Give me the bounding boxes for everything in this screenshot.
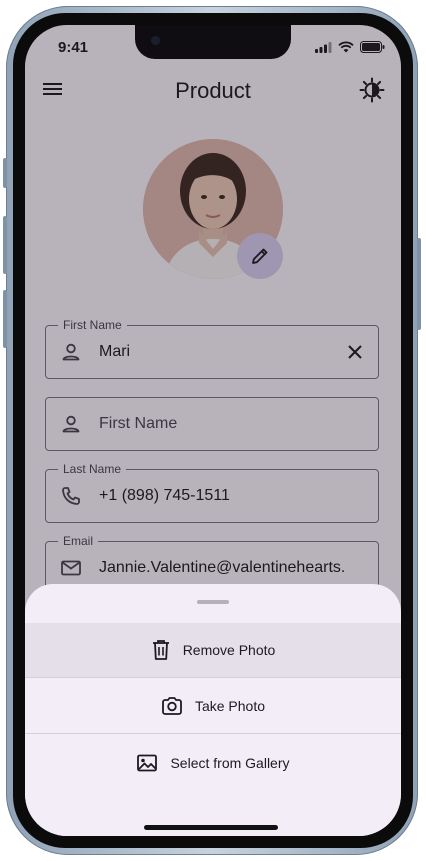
select-from-gallery-label: Select from Gallery	[170, 754, 290, 771]
remove-photo-option[interactable]: Remove Photo	[25, 623, 401, 678]
take-photo-label: Take Photo	[194, 698, 266, 714]
trash-icon	[152, 640, 169, 660]
photo-options-sheet: Remove Photo Take Photo Select from Gall…	[25, 584, 401, 836]
volume-down-button	[3, 290, 7, 348]
volume-up-button	[3, 216, 7, 274]
remove-photo-label: Remove Photo	[182, 642, 276, 658]
take-photo-option[interactable]: Take Photo	[25, 679, 401, 734]
camera-icon	[162, 697, 182, 715]
drag-handle[interactable]	[197, 600, 229, 604]
home-indicator[interactable]	[144, 825, 278, 830]
image-icon	[137, 754, 158, 771]
mute-switch	[3, 158, 7, 188]
select-from-gallery-option[interactable]: Select from Gallery	[25, 735, 401, 790]
screen: 9:41 Product First Name Mari First Name …	[25, 25, 401, 836]
power-button	[417, 238, 421, 330]
